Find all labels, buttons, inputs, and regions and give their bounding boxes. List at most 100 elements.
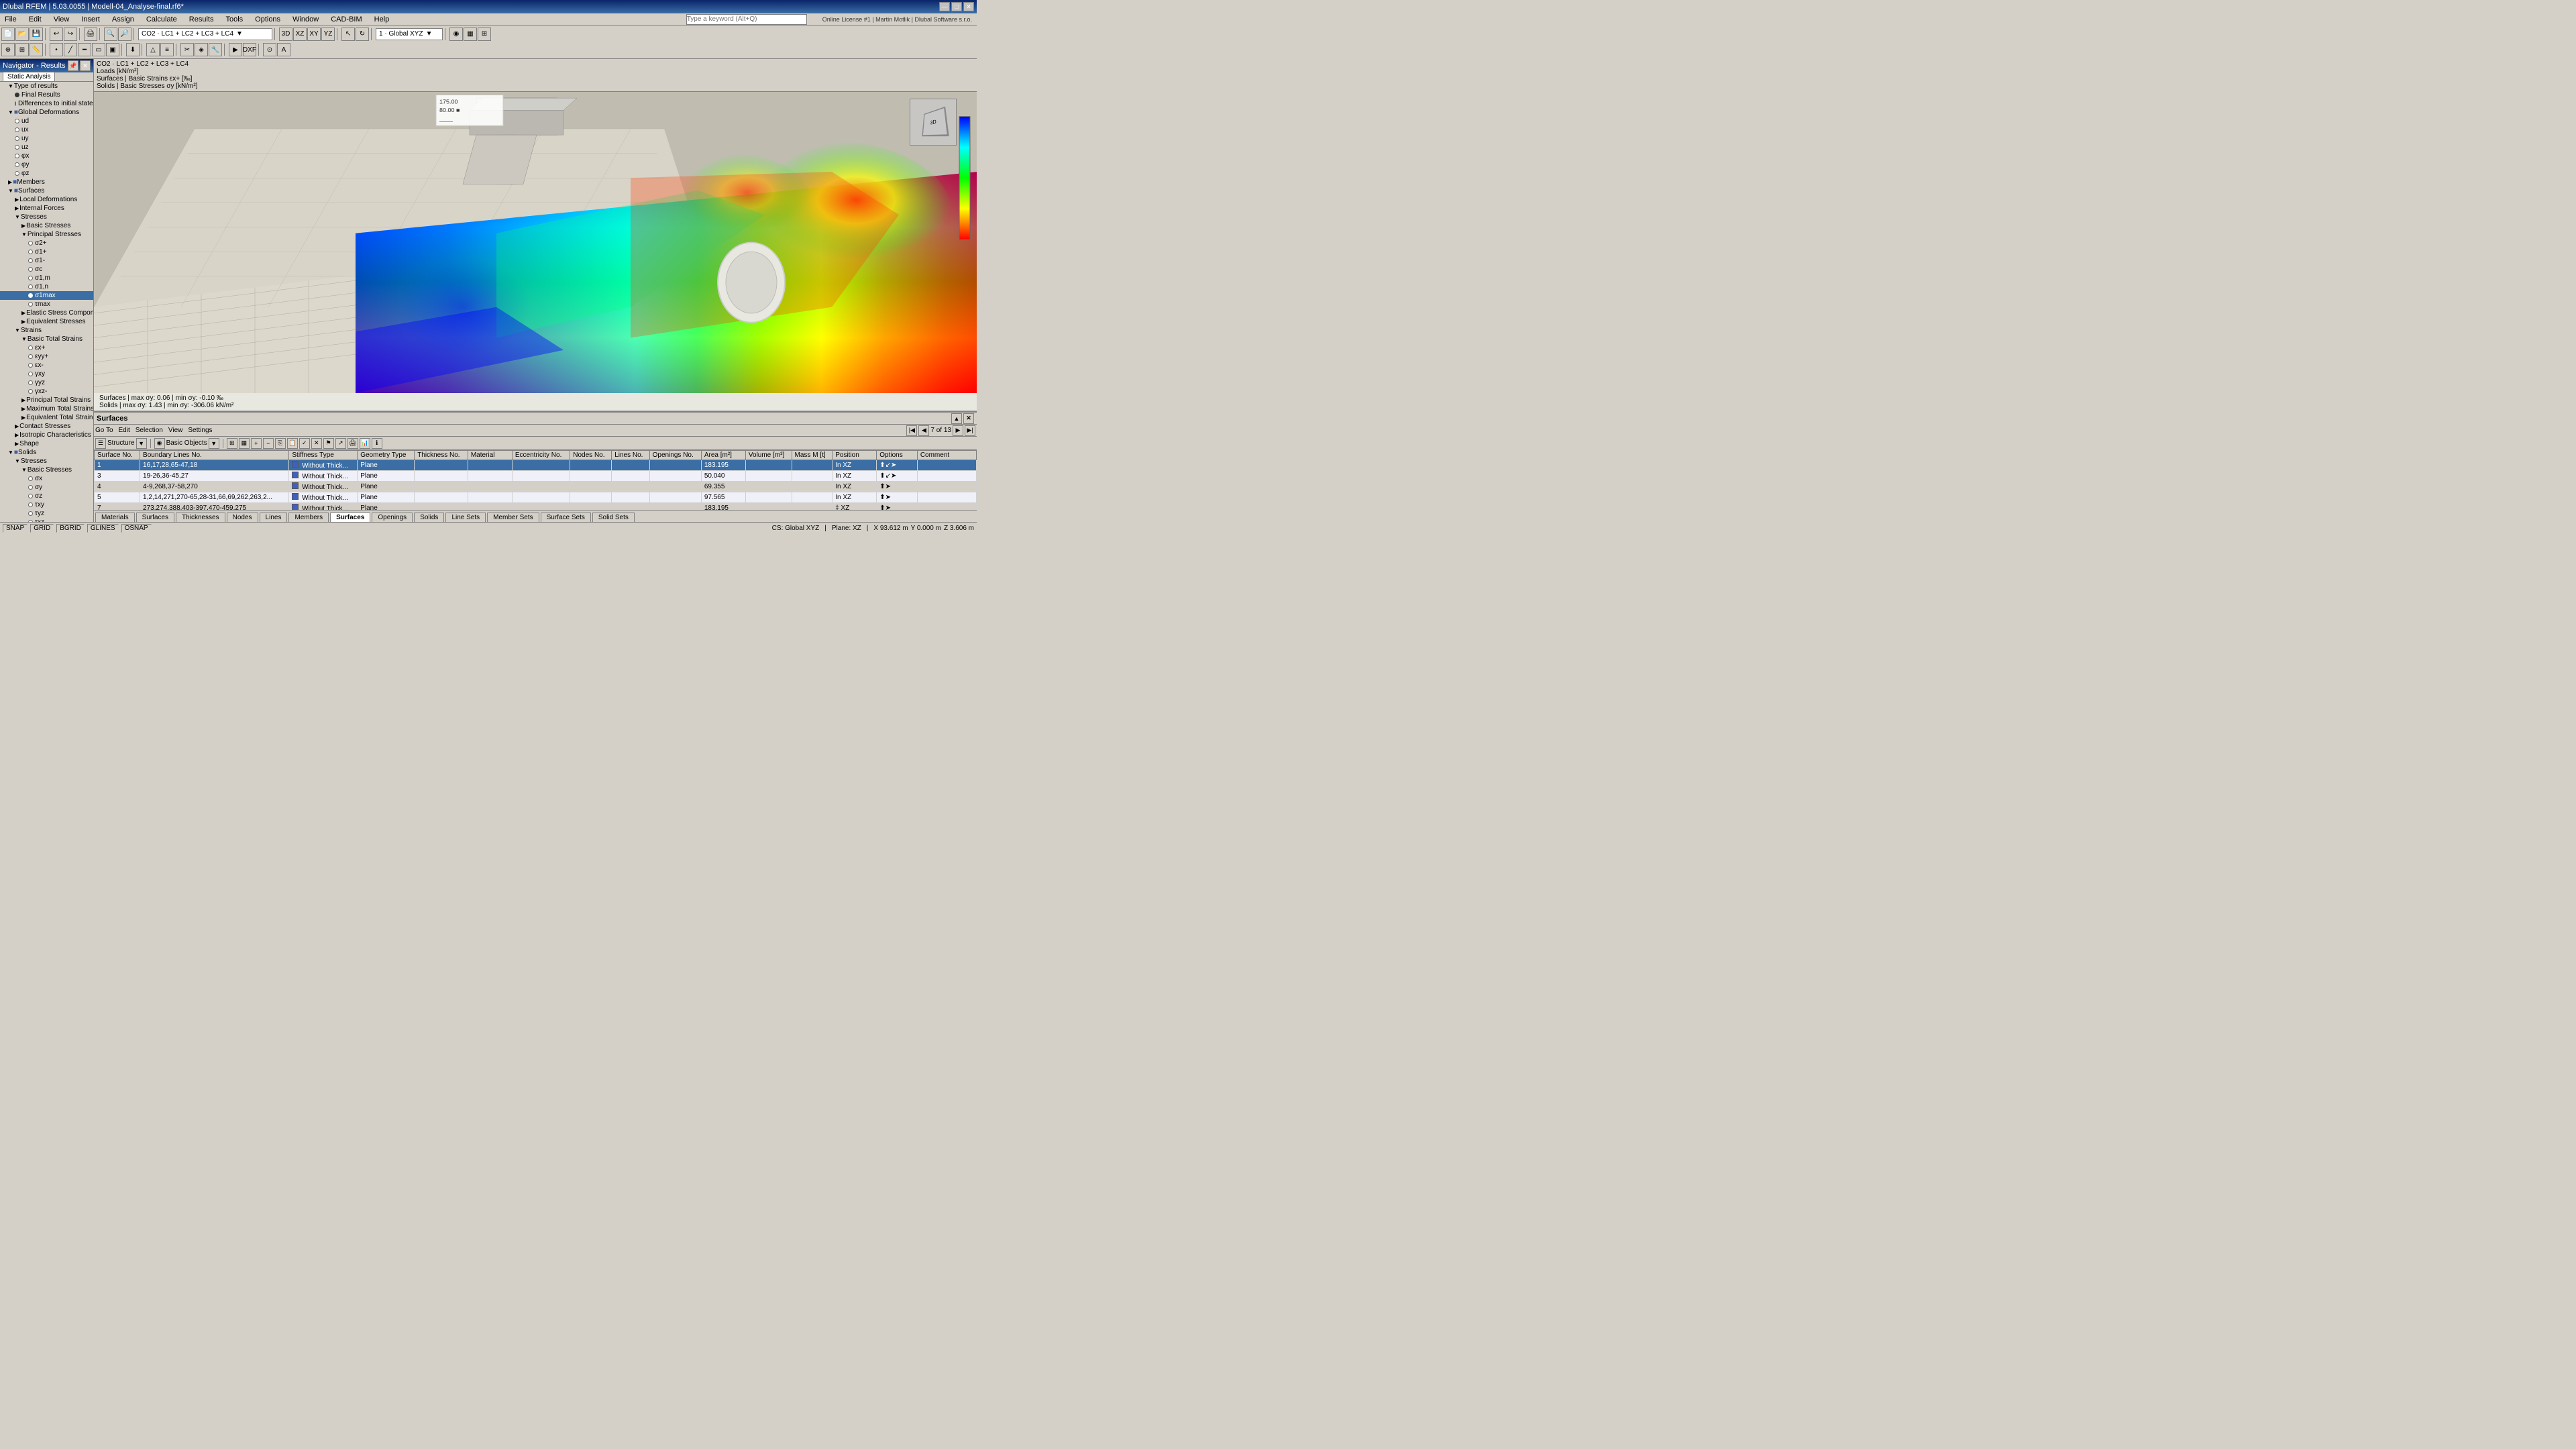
th-material[interactable]: Material — [468, 451, 512, 460]
nav-uy[interactable]: uy — [0, 134, 93, 143]
probe-btn[interactable]: ⊙ — [263, 43, 276, 56]
tab-solids[interactable]: Solids — [414, 513, 444, 522]
basic-dropdown[interactable]: ▼ — [209, 438, 219, 449]
th-thickness[interactable]: Thickness No. — [415, 451, 468, 460]
nav-sigma1plus[interactable]: σ1+ — [0, 248, 93, 256]
basic-objects-btn[interactable]: ◉ — [154, 438, 165, 449]
more-btn2[interactable]: ▦ — [464, 28, 477, 41]
x-btn[interactable]: ✕ — [311, 438, 322, 449]
nav-basic-stresses[interactable]: ▶ Basic Stresses — [0, 221, 93, 230]
member-btn[interactable]: ━ — [78, 43, 91, 56]
save-btn[interactable]: 💾 — [30, 28, 43, 41]
menu-tools[interactable]: Tools — [223, 15, 245, 24]
new-btn[interactable]: 📄 — [1, 28, 15, 41]
nav-explus[interactable]: εx+ — [0, 343, 93, 352]
minimize-button[interactable]: — — [939, 2, 950, 11]
nav-gammaxy[interactable]: γxy — [0, 370, 93, 378]
nav-solids[interactable]: ▼ ■ Solids — [0, 448, 93, 457]
osnap-btn[interactable]: OSNAP — [121, 524, 152, 533]
nav-stresses[interactable]: ▼ Stresses — [0, 213, 93, 221]
menu-help[interactable]: Help — [372, 15, 392, 24]
menu-view[interactable]: View — [52, 15, 72, 24]
th-nodes[interactable]: Nodes No. — [570, 451, 612, 460]
tab-line-sets[interactable]: Line Sets — [445, 513, 486, 522]
menu-goto[interactable]: Go To — [95, 427, 113, 434]
nav-gammaxzminus[interactable]: γxz- — [0, 387, 93, 396]
menu-results[interactable]: Results — [187, 15, 216, 24]
nav-contact-stress[interactable]: ▶ Contact Stresses — [0, 422, 93, 431]
table-row[interactable]: 5 1,2,14,271,270-65,28-31,66,69,262,263,… — [95, 492, 977, 503]
table-row[interactable]: 4 4-9,268,37-58,270 Without Thick... Pla… — [95, 482, 977, 492]
print-btn[interactable]: 🖨 — [84, 28, 97, 41]
nav-solid-tyz[interactable]: τyz — [0, 509, 93, 518]
next-page-btn[interactable]: ▶ — [953, 425, 963, 436]
th-eccentricity[interactable]: Eccentricity No. — [512, 451, 570, 460]
first-page-btn[interactable]: |◀ — [906, 425, 917, 436]
menu-view[interactable]: View — [168, 427, 183, 434]
add-row-btn[interactable]: + — [251, 438, 262, 449]
nav-phiy[interactable]: φy — [0, 160, 93, 169]
tab-member-sets[interactable]: Member Sets — [487, 513, 539, 522]
tab-materials[interactable]: Materials — [95, 513, 135, 522]
nav-solid-basic[interactable]: ▼ Basic Stresses — [0, 466, 93, 474]
view-nav-cube[interactable]: 3D — [910, 99, 957, 146]
view-yz-btn[interactable]: YZ — [321, 28, 335, 41]
info-btn[interactable]: ℹ — [372, 438, 382, 449]
menu-options[interactable]: Options — [253, 15, 282, 24]
panel-close-btn[interactable]: ✕ — [963, 413, 974, 424]
menu-settings[interactable]: Settings — [188, 427, 212, 434]
surface-btn[interactable]: ▭ — [92, 43, 105, 56]
redo-btn[interactable]: ↪ — [64, 28, 77, 41]
tab-surface-sets[interactable]: Surface Sets — [541, 513, 591, 522]
th-position[interactable]: Position — [833, 451, 877, 460]
axis-combo[interactable]: 1 · Global XYZ ▼ — [376, 28, 443, 40]
nav-exminus[interactable]: εx- — [0, 361, 93, 370]
nav-taumax[interactable]: τmax — [0, 300, 93, 309]
th-no[interactable]: Surface No. — [95, 451, 140, 460]
load-btn[interactable]: ⬇ — [126, 43, 140, 56]
tab-thicknesses[interactable]: Thicknesses — [176, 513, 225, 522]
nav-max-total[interactable]: ▶ Maximum Total Strains — [0, 405, 93, 413]
snap-btn[interactable]: ⊕ — [1, 43, 15, 56]
nav-local-def[interactable]: ▶ Local Deformations — [0, 195, 93, 204]
solid-btn[interactable]: ▣ — [106, 43, 119, 56]
th-stiffness[interactable]: Stiffness Type — [289, 451, 358, 460]
undo-btn[interactable]: ↩ — [50, 28, 63, 41]
nav-type-results[interactable]: ▼ Type of results — [0, 82, 93, 91]
nav-shape[interactable]: ▶ Shape — [0, 439, 93, 448]
select-btn[interactable]: ↖ — [341, 28, 355, 41]
nav-sigma2plus[interactable]: σ2+ — [0, 239, 93, 248]
panel-expand-btn[interactable]: ▲ — [951, 413, 962, 424]
nav-differences[interactable]: Differences to initial state — [0, 99, 93, 108]
support-btn[interactable]: △ — [146, 43, 160, 56]
nav-sigma1minus[interactable]: σ1- — [0, 256, 93, 265]
nav-sigma1n[interactable]: σ1,n — [0, 282, 93, 291]
line-btn[interactable]: ╱ — [64, 43, 77, 56]
nav-solid-sz[interactable]: σz — [0, 492, 93, 500]
open-btn[interactable]: 📂 — [15, 28, 29, 41]
nav-basic-total-strains[interactable]: ▼ Basic Total Strains — [0, 335, 93, 343]
close-button[interactable]: ✕ — [963, 2, 974, 11]
node-btn[interactable]: • — [50, 43, 63, 56]
chart-btn[interactable]: 📊 — [360, 438, 370, 449]
nav-internal-forces[interactable]: ▶ Internal Forces — [0, 204, 93, 213]
nav-ud[interactable]: ud — [0, 117, 93, 125]
nav-elastic-stress[interactable]: ▶ Elastic Stress Components — [0, 309, 93, 317]
more-btn3[interactable]: ⊞ — [478, 28, 491, 41]
nav-equiv-stress[interactable]: ▶ Equivalent Stresses — [0, 317, 93, 326]
nav-ux[interactable]: ux — [0, 125, 93, 134]
th-openings[interactable]: Openings No. — [649, 451, 701, 460]
nav-solid-txy[interactable]: τxy — [0, 500, 93, 509]
nav-final-results[interactable]: Final Results — [0, 91, 93, 99]
check-btn[interactable]: ✓ — [299, 438, 310, 449]
label-btn[interactable]: A — [277, 43, 290, 56]
last-page-btn[interactable]: ▶| — [965, 425, 975, 436]
tab-solid-sets[interactable]: Solid Sets — [592, 513, 635, 522]
nav-surfaces-root[interactable]: ▼ ■ Surfaces — [0, 186, 93, 195]
dxf-btn[interactable]: DXF — [243, 43, 256, 56]
nav-gammayz[interactable]: γyz — [0, 378, 93, 387]
zoom-in-btn[interactable]: 🔍 — [104, 28, 117, 41]
print-tbl-btn[interactable]: 🖨 — [347, 438, 358, 449]
3d-view[interactable]: 175.00 80.00 ■ ____ 3D — [94, 92, 977, 393]
menu-edit[interactable]: Edit — [27, 15, 44, 24]
